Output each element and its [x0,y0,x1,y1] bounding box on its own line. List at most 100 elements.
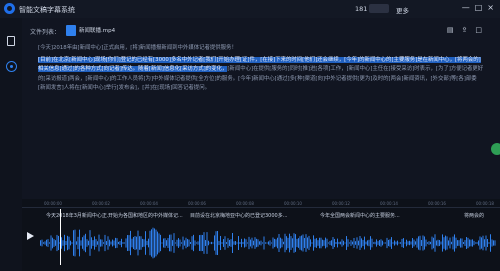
wave-bar [113,240,115,246]
wave-bar [41,239,43,247]
wave-bar [53,239,55,247]
wave-bar [109,239,110,247]
wave-bar [85,233,86,253]
toolbar-icons: ▤ ⇪ □ [447,26,482,34]
wave-bar [424,236,425,250]
export-icon[interactable]: ⇪ [462,26,468,34]
wave-bar [481,237,482,249]
wave-bar [467,237,469,249]
wave-bar [332,237,334,249]
wave-bar [413,239,415,247]
wave-bar [377,241,379,245]
sidebar [0,18,22,271]
wave-bar [154,228,155,258]
time-tick: 00:00:06 [188,201,206,206]
wave-bar [238,236,239,250]
wave-bar [287,237,289,249]
wave-bar [325,237,326,249]
wave-bar [92,240,94,246]
wave-bar [94,236,95,250]
float-assistant-button[interactable] [491,143,500,155]
wave-bar [328,242,329,244]
wave-bar [265,242,266,244]
wave-bar [475,242,476,244]
wave-bar [130,230,131,256]
subtitle-segment[interactable]: 今年全国两会新闻中心的主要服务... [320,212,400,219]
subtitle-segment[interactable]: 今天2018年3月新闻中心正... [46,212,112,219]
wave-bar [277,237,278,249]
video-reel-icon[interactable] [6,61,17,72]
wave-bar [355,241,356,245]
wave-bar [448,240,449,246]
close-icon[interactable]: × [487,3,494,12]
wave-bar [302,234,304,252]
wave-bar [91,237,92,249]
transcript-paragraph-1[interactable]: [今天]2018年由[新闻中心]正式启用，[将]新闻播报新闻到中外媒体记者提供服… [38,44,484,54]
wave-bar [71,242,73,244]
fullscreen-icon[interactable]: □ [475,26,482,34]
wave-bar [145,231,146,255]
wave-bar [430,241,431,245]
wave-bar [370,236,371,250]
wave-bar [392,242,394,244]
wave-bar [412,238,413,248]
subtitle-segment[interactable]: 开始为各国和地区的中外媒体记... [108,212,183,219]
wave-bar [173,233,175,253]
wave-bar [316,238,317,248]
wave-bar [235,241,236,245]
wave-bar [178,238,179,248]
transcript-text[interactable]: [今天]2018年由[新闻中心]正式启用，[将]新闻播报新闻到中外媒体记者提供服… [38,44,484,96]
wave-bar [248,236,250,250]
subtitle-segment[interactable]: 将两会的 [464,212,484,219]
wave-bar [415,241,416,245]
wave-bar [151,229,152,257]
wave-bar [242,241,244,245]
wave-bar [431,236,433,250]
time-tick: 00:00:10 [284,201,302,206]
wave-bar [107,236,109,250]
more-button[interactable]: 更多 [396,5,409,15]
wave-bar [331,240,332,246]
wave-bar [286,236,287,250]
wave-bar [451,241,452,245]
wave-bar [230,239,232,247]
wave-bar [196,242,197,244]
wave-bar [200,234,202,252]
maximize-icon[interactable]: □ [475,3,483,12]
wave-bar [247,242,248,244]
wave-bar [136,236,137,250]
wave-bar [40,240,41,246]
wave-bar [389,239,391,247]
wave-bar [308,235,310,251]
subtitle-segment[interactable]: 目前设在北京梅地亚中心的已登记3000多... [190,212,288,219]
wave-bar [385,242,386,244]
play-icon[interactable] [27,232,34,240]
wave-bar [374,241,376,245]
file-name: 新闻联播.mp4 [79,28,116,34]
wave-bar [202,235,203,251]
wave-bar [98,234,100,252]
document-icon[interactable] [6,36,17,47]
wave-bar [310,239,311,247]
time-tick: 00:00:02 [92,201,110,206]
wave-bar [388,239,389,247]
wave-bar [280,237,281,249]
save-icon[interactable]: ▤ [447,26,454,34]
playhead[interactable] [60,209,61,265]
wave-bar [487,238,488,248]
wave-bar [382,240,383,246]
wave-bar [406,239,407,247]
file-chip[interactable]: 新闻联播.mp4 [66,24,115,36]
minimize-icon[interactable]: — [462,3,470,12]
wave-bar [344,242,346,244]
transcript-paragraph-2[interactable]: [目前]在北京[新闻中心]现场[你们]登记的已经有[3000]多名中外记者[我们… [38,56,484,94]
wave-bar [278,234,280,252]
wave-bar [223,239,224,247]
wave-bar [460,238,461,248]
wave-bar [334,238,335,248]
wave-bar [218,240,220,246]
audio-waveform[interactable] [40,225,496,261]
user-phone[interactable]: 181 [355,5,367,13]
wave-bar [158,233,160,253]
wave-bar [440,241,442,245]
